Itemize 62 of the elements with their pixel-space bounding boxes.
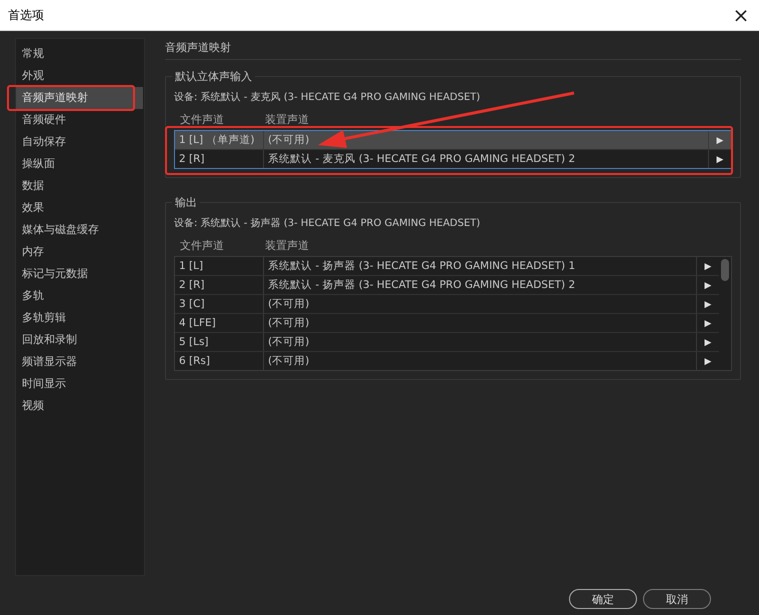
table-cell: (不可用) (264, 333, 697, 351)
table-row[interactable]: 6 [Rs] (不可用) ▶ (175, 352, 719, 370)
table-cell: 系统默认 - 麦克风 (3- HECATE G4 PRO GAMING HEADSET) 2 (264, 150, 709, 168)
sidebar-item[interactable]: 视频 (16, 395, 143, 417)
group-title: 默认立体声输入 (172, 69, 255, 84)
expand-button[interactable]: ▶ (697, 314, 719, 332)
window-title: 首选项 (8, 6, 44, 24)
device-label: 设备: 系统默认 - 扬声器 (3- HECATE G4 PRO GAMING HEADSET) (174, 216, 482, 230)
sidebar-item[interactable]: 媒体与磁盘缓存 (16, 219, 143, 241)
section-heading: 音频声道映射 (165, 38, 741, 60)
expand-button[interactable]: ▶ (697, 333, 719, 351)
device-label: 设备: 系统默认 - 麦克风 (3- HECATE G4 PRO GAMING HEADSET) (174, 90, 482, 104)
expand-button[interactable]: ▶ (709, 131, 731, 149)
sidebar-item[interactable]: 标记与元数据 (16, 263, 143, 285)
table-row[interactable]: 5 [Ls] (不可用) ▶ (175, 333, 719, 352)
sidebar-item[interactable]: 数据 (16, 175, 143, 197)
table-row[interactable]: 1 [L] 系统默认 - 扬声器 (3- HECATE G4 PRO GAMING HEADSET) 1 ▶ (175, 257, 719, 276)
table-cell: (不可用) (264, 295, 697, 313)
table-cell: 系统默认 - 扬声器 (3- HECATE G4 PRO GAMING HEADSET) 2 (264, 276, 697, 294)
table-row[interactable]: 4 [LFE] (不可用) ▶ (175, 314, 719, 333)
table-cell: 4 [LFE] (175, 314, 264, 332)
table-cell: 1 [L] (175, 257, 264, 275)
sidebar-item[interactable]: 效果 (16, 197, 143, 219)
column-header: 装置声道 (265, 112, 309, 128)
sidebar-item[interactable]: 音频声道映射 (16, 87, 143, 109)
table-row[interactable]: 1 [L] （单声道) (不可用) ▶ (175, 131, 731, 150)
expand-button[interactable]: ▶ (697, 352, 719, 370)
table-cell: 系统默认 - 扬声器 (3- HECATE G4 PRO GAMING HEADSET) 1 (264, 257, 697, 275)
table-cell: 2 [R] (175, 276, 264, 294)
column-header: 文件声道 (179, 112, 225, 128)
table-cell: 3 [C] (175, 295, 264, 313)
sidebar-item[interactable]: 自动保存 (16, 131, 143, 153)
sidebar-item[interactable]: 音频硬件 (16, 109, 143, 131)
table-cell: (不可用) (264, 314, 697, 332)
table-cell: (不可用) (264, 352, 697, 370)
close-button[interactable]: × (723, 1, 759, 29)
sidebar-item[interactable]: 常规 (16, 43, 143, 65)
table-cell: 1 [L] （单声道) (175, 131, 264, 149)
sidebar-item[interactable]: 操纵面 (16, 153, 143, 175)
table-cell: 6 [Rs] (175, 352, 264, 370)
sidebar-item[interactable]: 回放和录制 (16, 329, 143, 351)
sidebar-item[interactable]: 多轨 (16, 285, 143, 307)
sidebar-item[interactable]: 时间显示 (16, 373, 143, 395)
sidebar-item[interactable]: 外观 (16, 65, 143, 87)
table-row[interactable]: 3 [C] (不可用) ▶ (175, 295, 719, 314)
sidebar-item[interactable]: 多轨剪辑 (16, 307, 143, 329)
cancel-button[interactable]: 取消 (643, 589, 711, 609)
expand-button[interactable]: ▶ (697, 276, 719, 294)
expand-button[interactable]: ▶ (709, 150, 731, 168)
table-row[interactable]: 2 [R] 系统默认 - 扬声器 (3- HECATE G4 PRO GAMING HEADSET) 2 ▶ (175, 276, 719, 295)
ok-button[interactable]: 确定 (569, 589, 637, 609)
expand-button[interactable]: ▶ (697, 257, 719, 275)
table-row[interactable]: 2 [R] 系统默认 - 麦克风 (3- HECATE G4 PRO GAMING HEADSET) 2 ▶ (175, 150, 731, 168)
sidebar-item[interactable]: 内存 (16, 241, 143, 263)
table-cell: 5 [Ls] (175, 333, 264, 351)
sidebar-item[interactable]: 频谱显示器 (16, 351, 143, 373)
expand-button[interactable]: ▶ (697, 295, 719, 313)
column-header: 文件声道 (179, 238, 225, 254)
column-header: 装置声道 (265, 238, 309, 254)
scrollbar-thumb[interactable] (721, 259, 729, 281)
table-cell: 2 [R] (175, 150, 264, 168)
group-title: 输出 (172, 195, 200, 210)
